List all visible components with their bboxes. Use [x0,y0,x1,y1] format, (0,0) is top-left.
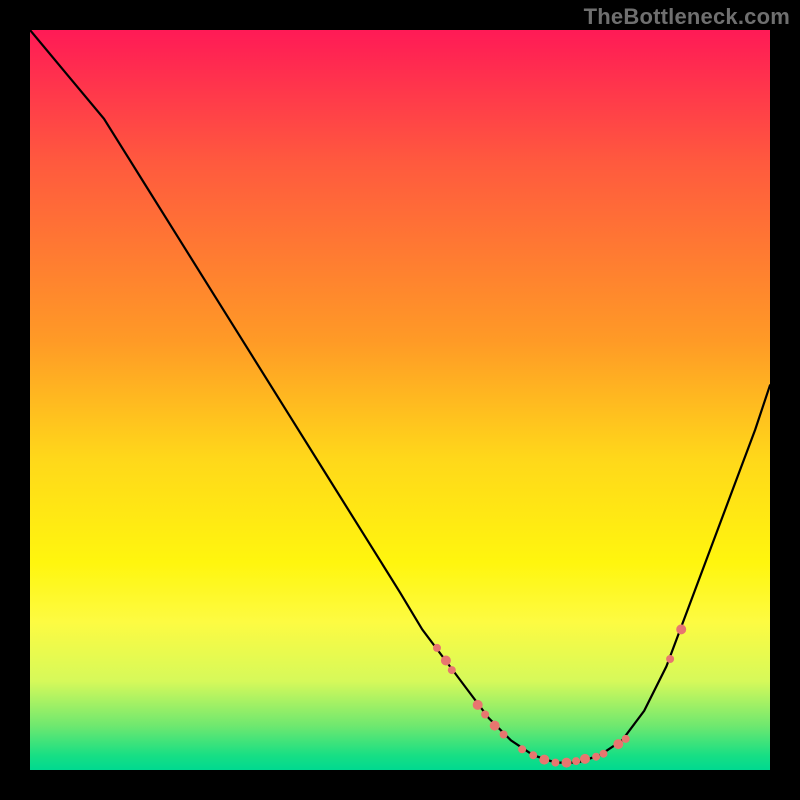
data-marker [666,655,674,663]
data-marker [518,745,526,753]
data-marker [539,755,549,765]
watermark-text: TheBottleneck.com [584,4,790,30]
plot-area [30,30,770,770]
data-marker [600,750,608,758]
data-marker [473,700,483,710]
data-marker [580,754,590,764]
chart-frame: TheBottleneck.com [0,0,800,800]
data-marker [529,751,537,759]
data-marker [613,739,623,749]
data-marker [441,656,451,666]
data-marker [551,759,559,767]
data-marker [433,644,441,652]
data-marker [592,753,600,761]
data-marker [676,624,686,634]
data-marker [562,758,572,768]
data-marker [622,735,630,743]
bottleneck-curve [30,30,770,763]
data-marker [500,731,508,739]
curve-svg [30,30,770,770]
data-marker [490,721,500,731]
data-marker [572,757,580,765]
data-marker [448,666,456,674]
data-marker [481,711,489,719]
